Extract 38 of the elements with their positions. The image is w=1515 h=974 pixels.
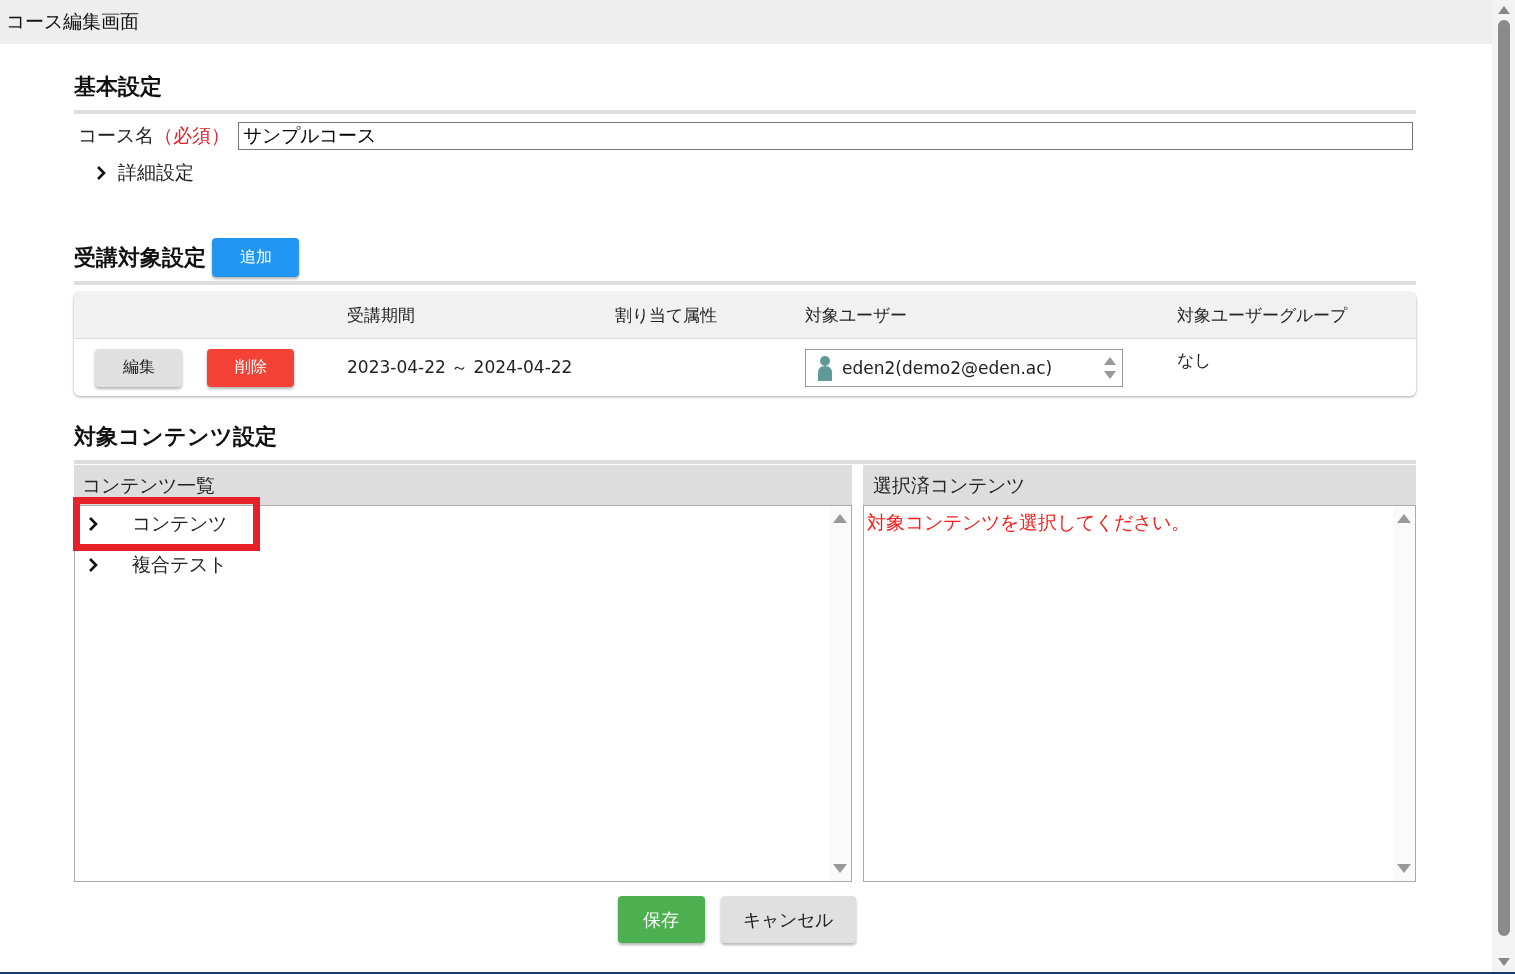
tree-item[interactable]: コンテンツ (73, 497, 260, 551)
section-heading: 受講対象設定 (74, 243, 206, 272)
scrollbar[interactable] (1393, 506, 1415, 881)
delete-button[interactable]: 削除 (207, 348, 294, 387)
warning-message: 対象コンテンツを選択してください。 (866, 510, 1191, 535)
user-list[interactable]: eden2(demo2@eden.ac) (805, 348, 1123, 387)
course-name-field[interactable]: サンプルコース (238, 122, 1413, 150)
chevron-icon (88, 517, 98, 531)
person-icon (816, 354, 834, 381)
column-header: 対象ユーザーグループ (1177, 304, 1347, 325)
pane-title: 選択済コンテンツ (873, 473, 1025, 498)
scrollbar-thumb[interactable] (1497, 20, 1510, 936)
table-cell: 2023-04-22 ～ 2024-04-22 (347, 357, 573, 377)
scroll-down-icon[interactable] (1497, 958, 1510, 966)
scroll-up-icon[interactable] (833, 514, 847, 523)
chevron-icon (96, 166, 106, 180)
scroll-up-icon[interactable] (1497, 6, 1510, 14)
window-title: コース編集画面 (6, 9, 139, 34)
table-cell: なし (1177, 350, 1211, 370)
column-header: 対象ユーザー (805, 304, 907, 325)
edit-button[interactable]: 編集 (95, 348, 182, 387)
cancel-button[interactable]: キャンセル (720, 896, 856, 943)
scroll-up-icon[interactable] (1397, 514, 1411, 523)
field-label: コース名（必須） (77, 123, 230, 148)
chevron-icon (88, 558, 98, 572)
scroll-down-icon[interactable] (1104, 370, 1116, 379)
pane-title: コンテンツ一覧 (82, 473, 215, 498)
user-name: eden2(demo2@eden.ac) (842, 357, 1053, 378)
column-header: 割り当て属性 (615, 304, 717, 325)
scrollbar[interactable] (829, 506, 851, 881)
page-scrollbar[interactable] (1492, 0, 1515, 972)
scroll-up-icon[interactable] (1104, 356, 1116, 365)
section-heading: 基本設定 (74, 73, 163, 101)
scroll-down-icon[interactable] (833, 864, 847, 873)
scroll-down-icon[interactable] (1397, 864, 1411, 873)
details-toggle[interactable]: 詳細設定 (96, 160, 1416, 186)
section-heading: 対象コンテンツ設定 (74, 423, 278, 451)
column-header: 受講期間 (347, 304, 415, 325)
